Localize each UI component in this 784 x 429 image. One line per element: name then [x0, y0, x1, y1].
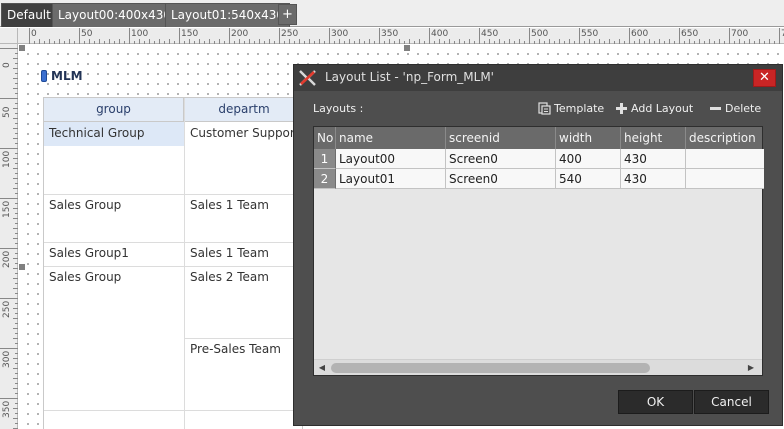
grid-row-divider — [44, 194, 302, 195]
horizontal-ruler: 0 50 100 150 200 250 300 350 400 450 500 550 600 650 7… — [18, 28, 784, 44]
ruler-label: 400 — [431, 29, 449, 39]
ruler-corner — [0, 28, 18, 44]
component-pin-icon — [41, 70, 47, 82]
ruler-label: 650 — [681, 29, 699, 39]
tab-default[interactable]: Default — [1, 3, 57, 27]
ruler-label: 300 — [2, 350, 12, 368]
ruler-label: 300 — [331, 29, 349, 39]
grid-cell-group[interactable]: Sales Group1 — [44, 246, 129, 260]
template-button-label: Template — [554, 101, 605, 115]
cell-width[interactable]: 400 — [556, 149, 621, 169]
cell-name[interactable]: Layout01 — [336, 169, 446, 189]
ruler-label: 50 — [81, 29, 93, 39]
layout-list-header: No name screenid width height descriptio… — [314, 127, 762, 149]
ruler-label: 450 — [481, 29, 499, 39]
column-header-width[interactable]: width — [556, 127, 621, 149]
horizontal-scrollbar[interactable]: ◀ ▶ — [314, 359, 762, 375]
ruler-label: 700 — [731, 29, 749, 39]
ruler-label: 100 — [131, 29, 149, 39]
column-header-no[interactable]: No — [314, 127, 336, 149]
layout-list-dialog: Layout List - 'np_Form_MLM' ✕ Layouts : … — [293, 64, 783, 426]
layouts-label: Layouts : — [313, 102, 364, 115]
grid-cell-group[interactable]: Sales Group — [44, 270, 121, 284]
cell-height[interactable]: 430 — [621, 169, 686, 189]
grid-cell-department[interactable]: Customer Support — [185, 126, 300, 140]
grid-cell-group[interactable]: Sales Group — [44, 198, 121, 212]
cell-height[interactable]: 430 — [621, 149, 686, 169]
scroll-right-arrow-icon[interactable]: ▶ — [746, 363, 756, 373]
ruler-label: 50 — [2, 106, 12, 118]
cancel-button[interactable]: Cancel — [694, 390, 769, 414]
grid-row-divider — [44, 266, 302, 267]
template-button[interactable]: Template — [538, 99, 604, 117]
ruler-label: 0 — [2, 62, 12, 68]
layout-row[interactable]: 1 Layout00 Screen0 400 430 — [314, 149, 764, 169]
grid-header-group[interactable]: group — [44, 98, 184, 122]
cell-screenid[interactable]: Screen0 — [446, 169, 556, 189]
ruler-label: 200 — [2, 250, 12, 268]
add-tab-button[interactable]: + — [278, 4, 297, 25]
tab-layout00[interactable]: Layout00:400x430 — [52, 3, 178, 27]
grid-cell-department[interactable]: Pre-Sales Team — [185, 342, 281, 356]
ruler-label: 350 — [381, 29, 399, 39]
row-number: 1 — [314, 149, 336, 169]
grid-column-divider — [184, 98, 185, 429]
layout-list-grid[interactable]: No name screenid width height descriptio… — [313, 126, 764, 376]
dialog-toolbar: Layouts : Template Add Layout Delete — [294, 91, 782, 125]
dialog-title: Layout List - 'np_Form_MLM' — [325, 70, 494, 84]
ruler-label: 150 — [2, 200, 12, 218]
ruler-label: 250 — [281, 29, 299, 39]
ruler-label: 550 — [581, 29, 599, 39]
cell-width[interactable]: 540 — [556, 169, 621, 189]
column-header-name[interactable]: name — [336, 127, 446, 149]
layout-tab-bar: Default Layout00:400x430 Layout01:540x43… — [0, 0, 784, 27]
minus-icon — [710, 106, 721, 110]
canvas-anchor-middle-left[interactable] — [19, 264, 25, 270]
add-layout-button-label: Add Layout — [631, 101, 694, 115]
grid-row-divider — [44, 242, 302, 243]
app-logo-icon — [299, 70, 316, 86]
grid-row-divider — [184, 338, 304, 339]
layout-row[interactable]: 2 Layout01 Screen0 540 430 — [314, 169, 764, 189]
column-header-height[interactable]: height — [621, 127, 686, 149]
form-title[interactable]: MLM — [41, 69, 83, 83]
grid-cell-department[interactable]: Sales 2 Team — [185, 270, 269, 284]
ruler-label: 500 — [531, 29, 549, 39]
ruler-label: 200 — [231, 29, 249, 39]
ruler-label: 0 — [31, 29, 37, 39]
cell-description[interactable] — [686, 149, 764, 169]
add-layout-button[interactable]: Add Layout — [615, 99, 693, 117]
template-icon — [538, 101, 551, 115]
grid-row-divider — [44, 410, 302, 411]
form-title-text: MLM — [51, 69, 83, 83]
cell-screenid[interactable]: Screen0 — [446, 149, 556, 169]
scroll-left-arrow-icon[interactable]: ◀ — [317, 363, 327, 373]
grid-cell-group[interactable]: Technical Group — [44, 126, 144, 140]
scrollbar-thumb[interactable] — [331, 363, 650, 373]
row-number: 2 — [314, 169, 336, 189]
vertical-ruler: 0 50 100 150 200 250 300 350 — [0, 44, 18, 429]
close-button[interactable]: ✕ — [753, 69, 776, 87]
delete-button-label: Delete — [725, 101, 762, 115]
cell-description[interactable] — [686, 169, 764, 189]
department-grid[interactable]: group departm Technical Group Customer S… — [43, 97, 304, 429]
dialog-title-bar[interactable]: Layout List - 'np_Form_MLM' ✕ — [294, 65, 782, 91]
cell-name[interactable]: Layout00 — [336, 149, 446, 169]
ruler-label: 350 — [2, 400, 12, 418]
ruler-label: 150 — [181, 29, 199, 39]
grid-cell-department[interactable]: Sales 1 Team — [185, 246, 269, 260]
grid-cell-department[interactable]: Sales 1 Team — [185, 198, 269, 212]
column-header-description[interactable]: description — [686, 127, 764, 149]
grid-header-department[interactable]: departm — [184, 98, 304, 122]
column-header-screenid[interactable]: screenid — [446, 127, 556, 149]
ruler-label: 250 — [2, 300, 12, 318]
delete-button[interactable]: Delete — [709, 99, 761, 117]
ruler-label: 100 — [2, 150, 12, 168]
canvas-anchor-top-middle[interactable] — [404, 45, 410, 51]
tab-layout01[interactable]: Layout01:540x430 — [165, 3, 291, 27]
canvas-anchor-top-left[interactable] — [19, 45, 25, 51]
ok-button[interactable]: OK — [618, 390, 693, 414]
ruler-label: 600 — [631, 29, 649, 39]
plus-icon — [616, 102, 627, 114]
